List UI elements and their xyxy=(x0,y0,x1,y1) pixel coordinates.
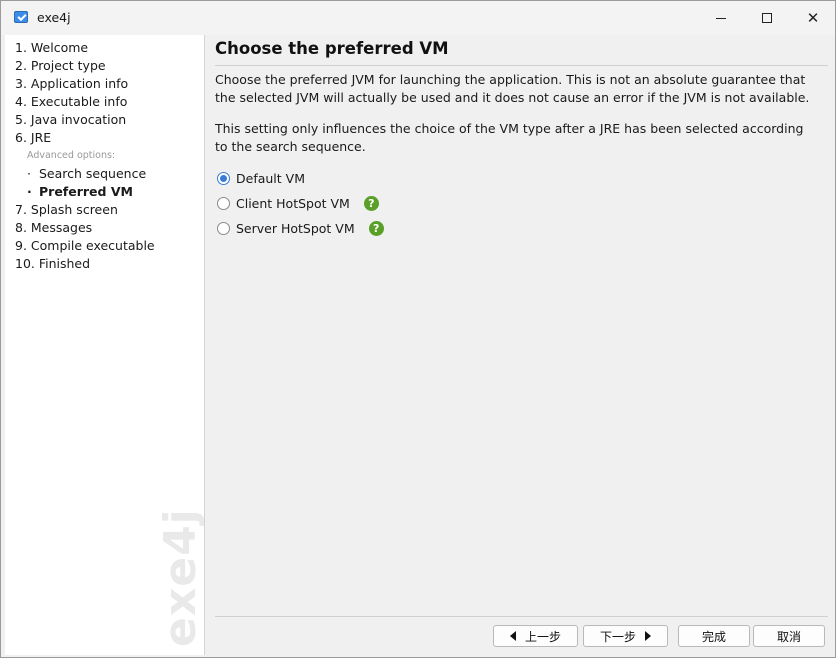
step-splash-screen[interactable]: 7. Splash screen xyxy=(15,202,118,217)
client-hotspot-vm-option[interactable]: Client HotSpot VM ? xyxy=(217,194,379,212)
description-paragraph-2: This setting only influences the choice … xyxy=(215,121,804,154)
client-hotspot-vm-radio[interactable] xyxy=(217,196,230,210)
wizard-window: exe4j ✕ 1. Welcome 2. Project type 3. Ap… xyxy=(0,0,836,658)
close-button[interactable]: ✕ xyxy=(790,1,836,35)
wizard-steps-sidebar: 1. Welcome 2. Project type 3. Applicatio… xyxy=(5,35,205,655)
exe4j-app-icon xyxy=(14,11,28,23)
step-executable-info[interactable]: 4. Executable info xyxy=(15,94,127,109)
advanced-options-label: Advanced options: xyxy=(27,150,116,161)
step-jre[interactable]: 6. JRE xyxy=(15,130,51,145)
step-messages[interactable]: 8. Messages xyxy=(15,220,92,235)
main-panel: Choose the preferred VM Choose the prefe… xyxy=(205,35,835,655)
minimize-icon xyxy=(716,17,726,19)
arrow-left-icon xyxy=(509,631,516,641)
back-button[interactable]: 上一步 xyxy=(493,625,578,647)
client-hotspot-vm-label[interactable]: Client HotSpot VM xyxy=(236,196,350,211)
step-preferred-vm-label: Preferred VM xyxy=(39,184,133,199)
next-label: 下一步 xyxy=(599,629,636,644)
finish-button[interactable]: 完成 xyxy=(678,625,750,647)
exe4j-watermark: exe4j xyxy=(155,508,205,647)
step-finished[interactable]: 10. Finished xyxy=(15,256,90,271)
step-search-sequence[interactable]: · Search sequence xyxy=(27,166,146,181)
default-vm-option[interactable]: Default VM xyxy=(217,169,305,187)
maximize-button[interactable] xyxy=(744,1,790,35)
default-vm-label[interactable]: Default VM xyxy=(236,171,305,186)
maximize-icon xyxy=(762,13,772,23)
server-hotspot-vm-radio[interactable] xyxy=(217,221,230,235)
minimize-button[interactable] xyxy=(698,1,744,35)
next-button[interactable]: 下一步 xyxy=(583,625,668,647)
server-hotspot-vm-option[interactable]: Server HotSpot VM ? xyxy=(217,219,384,237)
step-search-sequence-label: Search sequence xyxy=(39,166,147,181)
description-paragraph-1: Choose the preferred JVM for launching t… xyxy=(215,72,810,105)
arrow-right-icon xyxy=(645,631,651,641)
step-welcome[interactable]: 1. Welcome xyxy=(15,40,88,55)
heading-divider xyxy=(215,65,828,66)
server-hotspot-vm-label[interactable]: Server HotSpot VM xyxy=(236,221,355,236)
help-icon[interactable]: ? xyxy=(368,220,384,236)
footer-divider xyxy=(215,616,828,617)
step-compile-executable[interactable]: 9. Compile executable xyxy=(15,238,155,253)
step-preferred-vm[interactable]: · Preferred VM xyxy=(27,184,133,199)
title-bar: exe4j ✕ xyxy=(1,1,835,35)
step-application-info[interactable]: 3. Application info xyxy=(15,76,128,91)
step-project-type[interactable]: 2. Project type xyxy=(15,58,106,73)
back-label: 上一步 xyxy=(524,629,561,644)
default-vm-radio[interactable] xyxy=(217,171,230,185)
window-title: exe4j xyxy=(37,10,71,25)
cancel-button[interactable]: 取消 xyxy=(753,625,825,647)
help-icon[interactable]: ? xyxy=(363,195,379,211)
close-icon: ✕ xyxy=(806,9,820,27)
step-java-invocation[interactable]: 5. Java invocation xyxy=(15,112,126,127)
page-title: Choose the preferred VM xyxy=(215,39,449,58)
